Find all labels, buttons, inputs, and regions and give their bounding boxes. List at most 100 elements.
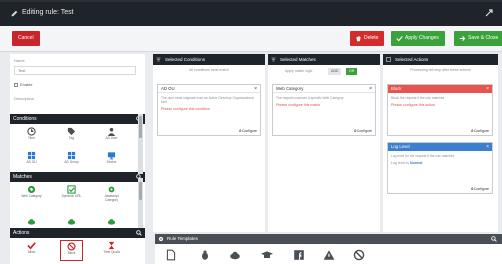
search-icon[interactable] [491,236,497,242]
action-card-block[interactable]: Block × Block the request if the rule ma… [387,84,493,136]
check-icon [396,36,403,42]
cancel-button[interactable]: Cancel [12,31,40,46]
condition-ad-user[interactable]: AD User [100,126,123,147]
match-javascript-category[interactable]: Javascript Category [100,184,123,205]
log-level-line: Log level is Normal [388,161,492,165]
configure-link[interactable]: ⚙Configure [471,129,489,133]
monitor-icon [107,152,116,160]
configure-link[interactable]: ⚙Configure [471,187,489,191]
action-card-log-level[interactable]: Log Level × Log level for the request if… [387,142,493,194]
description-label: Description [14,96,35,101]
tile-label: Allow [27,250,36,254]
close-icon[interactable]: × [486,143,489,151]
configure-link[interactable]: ⚙Configure [354,129,372,133]
configure-link[interactable]: ⚙Configure [239,129,257,133]
card-warning: Please configure this action [391,103,435,107]
gear-icon [108,186,115,193]
cloud-icon[interactable] [229,249,241,261]
rule-templates-header: Rule Templates [155,234,502,244]
rule-templates-title: Rule Templates [167,236,198,241]
matches-header: Matches [10,172,145,182]
filter-icon [156,57,161,62]
card-description: The request matches a specific Web Categ… [276,96,344,100]
tile-label: AD OU [26,160,37,164]
selected-actions-title: Selected Actions [395,57,429,62]
tag-icon [67,127,76,136]
matches-scrollbar[interactable] [138,178,143,228]
delete-button[interactable]: Delete [350,31,385,46]
matches-title: Matches [13,174,32,180]
and-toggle[interactable]: AND [328,68,342,75]
conditions-header: Conditions [10,114,145,124]
conditions-title: Conditions [13,116,37,122]
action-block[interactable]: Block [60,240,83,261]
match-dynamic-url[interactable]: Dynamic URL [60,184,83,205]
hourglass-icon [108,241,115,250]
condition-ad-ou[interactable]: AD OU [20,150,43,171]
match-web-category[interactable]: Web Category [20,184,43,205]
windows-icon [67,151,76,160]
log-level-label: Log level is [391,161,409,165]
card-header: Web Category × [273,85,375,93]
enable-checkbox[interactable]: Enable [14,82,32,87]
selected-actions-column: Selected Actions Processing will stop af… [383,54,498,232]
conditions-subtitle: All conditions must match [189,68,229,72]
card-description: Block the request if the rule matches [391,96,445,100]
check-icon [27,242,36,250]
match-logic-label: Apply match logic [285,69,313,73]
scrollbar-thumb[interactable] [139,116,142,138]
selected-conditions-column: Selected Conditions All conditions must … [153,54,265,232]
condition-device[interactable]: Device [100,150,123,171]
match-card-web-category[interactable]: Web Category × The request matches a spe… [272,84,376,136]
configure-label: Configure [241,129,257,133]
tile-label: Tag [68,136,75,140]
card-title: Log Level [391,144,410,149]
expand-icon[interactable] [484,8,494,18]
close-icon[interactable]: × [254,85,257,93]
bug-icon[interactable] [199,249,211,261]
tile-label: AD User [105,136,118,140]
arrow-right-icon [459,36,466,41]
search-icon[interactable] [136,230,142,236]
close-icon[interactable]: × [486,85,489,93]
selected-matches-column: Selected Matches Apply match logic AND O… [268,54,380,232]
tile-label: AD Group [64,160,79,164]
tile-label: Time Quota [103,250,120,254]
conditions-scrollbar[interactable] [138,114,143,174]
condition-tag[interactable]: Tag [60,126,83,147]
tile-label: Javascript Category [104,194,119,202]
actions-title: Actions [13,230,30,236]
condition-card-ad-ou[interactable]: AD OU × The user must originate from an … [157,84,261,136]
condition-time[interactable]: Time [20,126,43,147]
name-field[interactable]: Test [14,66,136,75]
apply-changes-button[interactable]: Apply Changes [391,31,445,46]
windows-icon [27,151,36,160]
card-title: Block [391,86,402,91]
facebook-icon[interactable] [293,249,305,261]
save-close-button[interactable]: Save & Close [454,31,502,46]
block-icon[interactable] [353,249,365,261]
actions-subtitle: Processing will stop after these actions [410,68,471,72]
or-toggle[interactable]: OR [346,68,358,75]
document-icon[interactable] [165,249,177,261]
settings-icon [158,236,164,242]
close-icon[interactable]: × [369,85,372,93]
graduation-cap-icon[interactable] [261,249,273,261]
selected-conditions-header: Selected Conditions [153,54,265,65]
configure-label: Configure [356,129,372,133]
action-time-quota[interactable]: Time Quota [100,240,123,261]
rule-templates-panel: Rule Templates [155,234,502,264]
block-icon [67,242,76,251]
configure-label: Configure [473,129,489,133]
action-allow[interactable]: Allow [20,240,43,261]
user-icon [107,127,116,136]
warning-icon[interactable] [323,249,335,261]
tile-label: Web Category [21,194,42,198]
selected-actions-header: Selected Actions [383,54,498,65]
trash-icon [356,36,361,42]
condition-ad-group[interactable]: AD Group [60,150,83,171]
scrollbar-thumb[interactable] [139,182,142,200]
left-panel: Name Test Enable Description Conditions … [10,54,145,264]
card-description: Log level for the request if the rule ma… [391,154,455,158]
edit-icon [11,10,18,17]
